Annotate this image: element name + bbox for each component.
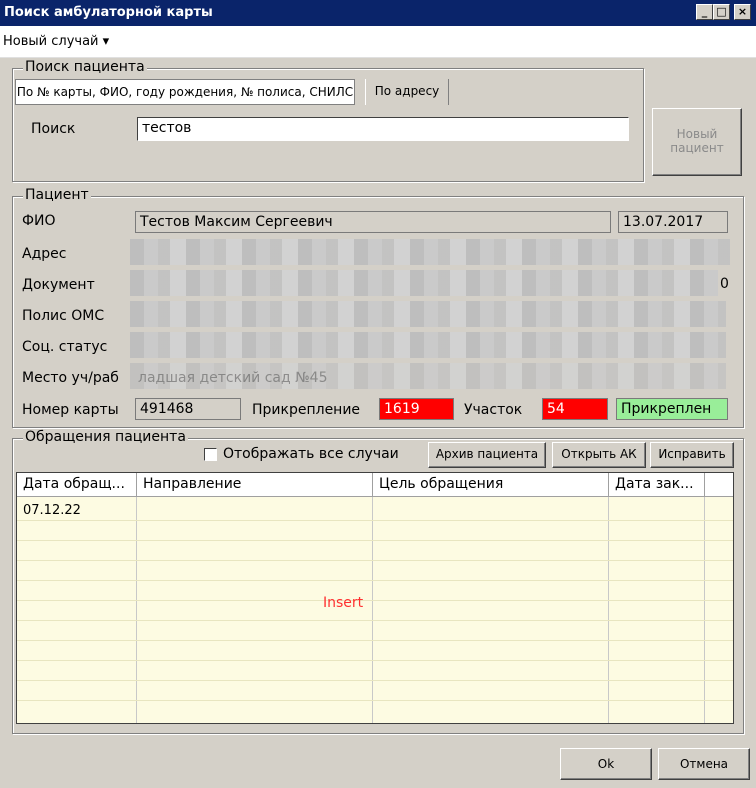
visits-group-title: Обращения пациента xyxy=(23,429,188,445)
attachment-status-field: Прикреплен xyxy=(616,398,728,420)
patient-search-title: Поиск пациента xyxy=(23,59,147,75)
column-header-close-date[interactable]: Дата зак... xyxy=(609,473,705,497)
social-status-label: Соц. статус xyxy=(22,339,108,355)
new-case-menu[interactable]: Новый случай ▾ xyxy=(3,34,109,49)
column-divider xyxy=(136,497,137,723)
attachment-label: Прикрепление xyxy=(252,402,361,418)
district-field: 54 xyxy=(542,398,608,420)
minimize-button[interactable]: _ xyxy=(696,4,713,20)
show-all-label: Отображать все случаи xyxy=(223,446,399,462)
column-header-purpose[interactable]: Цель обращения xyxy=(373,473,609,497)
cancel-button[interactable]: Отмена xyxy=(658,748,750,780)
visits-table-header: Дата обращ... Направление Цель обращения… xyxy=(17,473,733,497)
row-line xyxy=(17,660,733,661)
row-line xyxy=(17,540,733,541)
row-line xyxy=(17,560,733,561)
row-line xyxy=(17,620,733,621)
card-number-field: 491468 xyxy=(135,398,241,420)
tab-search-by-card[interactable]: По № карты, ФИО, году рождения, № полиса… xyxy=(15,79,355,105)
fio-field: Тестов Максим Сергеевич xyxy=(135,211,611,233)
column-header-date[interactable]: Дата обращ... xyxy=(17,473,137,497)
document-label: Документ xyxy=(22,277,95,293)
address-redacted xyxy=(130,239,730,265)
column-header-direction[interactable]: Направление xyxy=(137,473,373,497)
visits-table[interactable]: Дата обращ... Направление Цель обращения… xyxy=(16,472,734,724)
workplace-label: Место уч/раб xyxy=(22,370,119,386)
dialog-window: Поиск амбулаторной карты _ □ × Новый слу… xyxy=(0,0,756,788)
title-bar[interactable]: Поиск амбулаторной карты _ □ × xyxy=(0,0,756,26)
district-label: Участок xyxy=(464,402,523,418)
menu-bar: Новый случай ▾ xyxy=(0,26,756,58)
policy-label: Полис ОМС xyxy=(22,308,105,324)
social-status-redacted xyxy=(130,332,726,358)
column-divider xyxy=(608,497,609,723)
row-line xyxy=(17,520,733,521)
ok-button[interactable]: Ok xyxy=(560,748,652,780)
address-label: Адрес xyxy=(22,246,67,262)
table-row[interactable]: 07.12.22 xyxy=(23,503,81,518)
document-suffix: 0 xyxy=(720,276,729,292)
row-line xyxy=(17,640,733,641)
patient-archive-button[interactable]: Архив пациента xyxy=(428,442,546,468)
workplace-partial: ладшая детский сад №45 xyxy=(138,370,328,386)
insert-overlay: Insert xyxy=(323,595,364,611)
row-line xyxy=(17,580,733,581)
search-input[interactable]: тестов xyxy=(137,117,629,141)
birth-date-field: 13.07.2017 xyxy=(618,211,728,233)
tab-search-by-address[interactable]: По адресу xyxy=(365,79,449,105)
column-divider xyxy=(372,497,373,723)
patient-group-title: Пациент xyxy=(23,187,91,203)
close-button[interactable]: × xyxy=(734,4,751,20)
row-line xyxy=(17,680,733,681)
card-number-label: Номер карты xyxy=(22,402,119,418)
visit-date-cell: 07.12.22 xyxy=(23,503,81,518)
open-ak-button[interactable]: Открыть АК xyxy=(552,442,646,468)
show-all-checkbox[interactable] xyxy=(204,448,217,461)
patient-search-group: Поиск пациента По № карты, ФИО, году рож… xyxy=(12,59,644,182)
fio-label: ФИО xyxy=(22,213,56,229)
search-label: Поиск xyxy=(31,121,76,137)
edit-button[interactable]: Исправить xyxy=(650,442,734,468)
new-patient-button[interactable]: Новый пациент xyxy=(652,108,742,176)
column-divider xyxy=(704,497,705,723)
maximize-button[interactable]: □ xyxy=(713,4,730,20)
row-line xyxy=(17,700,733,701)
row-line xyxy=(17,600,733,601)
policy-redacted xyxy=(130,301,726,327)
window-title: Поиск амбулаторной карты xyxy=(4,5,213,20)
attachment-field: 1619 xyxy=(379,398,454,420)
document-redacted xyxy=(130,270,718,296)
